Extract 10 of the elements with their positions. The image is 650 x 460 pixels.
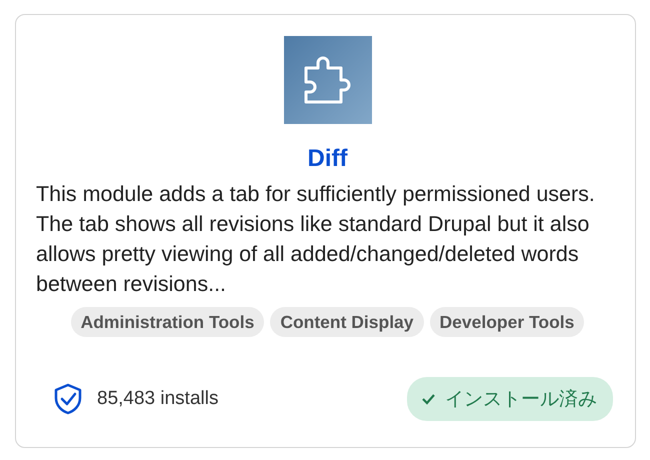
module-description: This module adds a tab for sufficiently permissioned users. The tab shows all revisions like standard Drupal but it also allows pretty viewing of all added/changed/deleted words between revisions... bbox=[36, 181, 596, 298]
module-title[interactable]: Diff bbox=[308, 146, 348, 172]
category-tag[interactable]: Content Display bbox=[270, 307, 424, 337]
category-tag[interactable]: Administration Tools bbox=[70, 307, 264, 337]
install-count: 85,483 installs bbox=[97, 388, 218, 410]
installed-badge: インストール済み bbox=[407, 377, 613, 421]
category-tag[interactable]: Developer Tools bbox=[430, 307, 584, 337]
shield-check-icon bbox=[53, 383, 83, 415]
check-icon bbox=[421, 393, 435, 405]
puzzle-icon bbox=[284, 36, 372, 124]
